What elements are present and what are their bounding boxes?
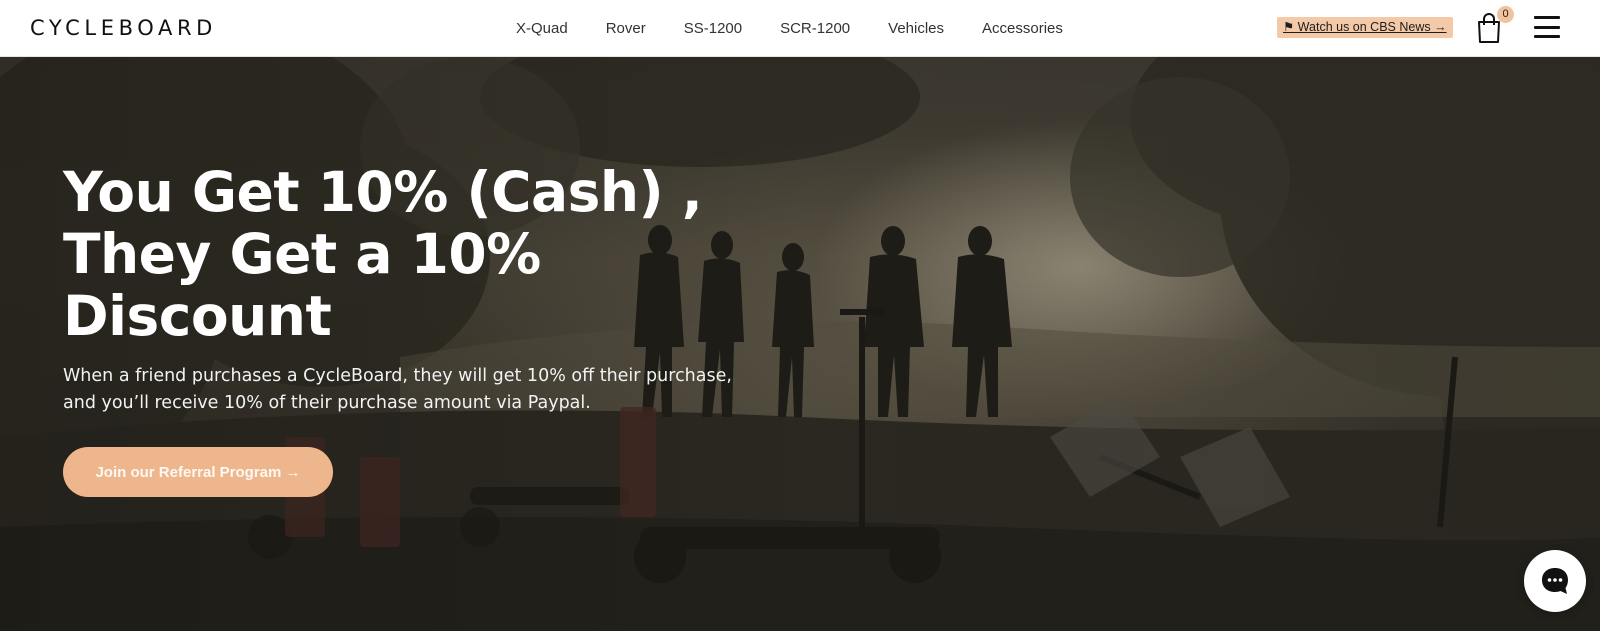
- hero-title: You Get 10% (Cash) , They Get a 10% Disc…: [63, 160, 703, 348]
- nav-accessories[interactable]: Accessories: [982, 20, 1063, 37]
- hero-title-line: They Get a 10%: [63, 222, 541, 286]
- nav-vehicles[interactable]: Vehicles: [888, 20, 944, 37]
- nav-ss-1200[interactable]: SS-1200: [684, 20, 742, 37]
- hero-section: You Get 10% (Cash) , They Get a 10% Disc…: [0, 57, 1600, 631]
- nav-rover[interactable]: Rover: [606, 20, 646, 37]
- hero-description-line: When a friend purchases a CycleBoard, th…: [63, 366, 732, 386]
- cart-count-badge: 0: [1497, 6, 1514, 23]
- hamburger-menu-icon[interactable]: [1534, 16, 1560, 38]
- chat-bubble-icon[interactable]: [1524, 550, 1586, 612]
- site-header: CYCLEBOARD X-Quad Rover SS-1200 SCR-1200…: [0, 0, 1600, 57]
- hero-description-line: and you’ll receive 10% of their purchase…: [63, 393, 591, 413]
- cbs-news-link[interactable]: ⚑ Watch us on CBS News →: [1277, 17, 1453, 38]
- main-nav: X-Quad Rover SS-1200 SCR-1200 Vehicles A…: [516, 0, 1101, 56]
- hero-description: When a friend purchases a CycleBoard, th…: [63, 363, 732, 417]
- nav-scr-1200[interactable]: SCR-1200: [780, 20, 850, 37]
- nav-x-quad[interactable]: X-Quad: [516, 20, 568, 37]
- hero-title-line: Discount: [63, 284, 332, 348]
- cycleboard-logo[interactable]: CYCLEBOARD: [30, 17, 217, 39]
- join-referral-program-button[interactable]: Join our Referral Program →: [63, 447, 333, 497]
- hero-title-line: You Get 10% (Cash) ,: [63, 160, 703, 224]
